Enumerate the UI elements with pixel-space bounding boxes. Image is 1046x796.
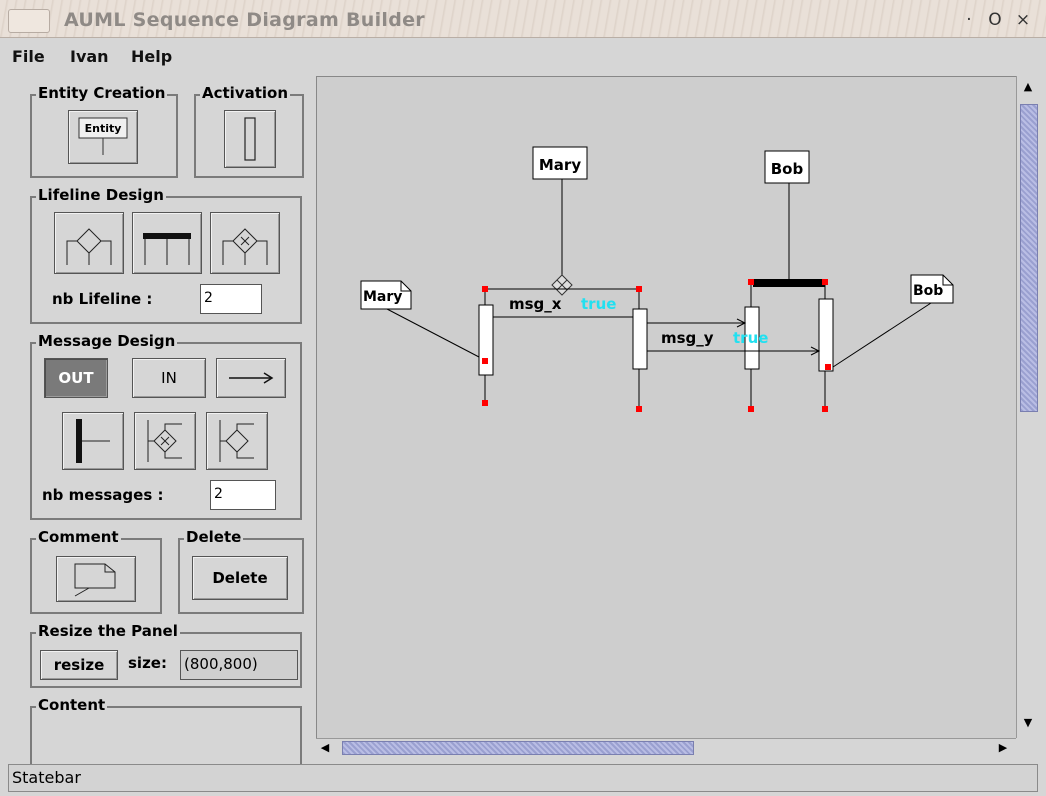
activation-bar[interactable] (632, 308, 648, 370)
activation-bar-icon (244, 117, 256, 161)
resize-panel-group: Resize the Panel resize size: (800,800) (30, 622, 302, 688)
resize-panel-title: Resize the Panel (36, 622, 180, 640)
lifeline-xor-diamond-icon (222, 228, 268, 265)
lifeline-bar-icon (143, 233, 191, 265)
message-bar-icon (76, 419, 110, 463)
scroll-up-icon[interactable]: ▲ (1019, 78, 1037, 96)
handle[interactable] (636, 406, 642, 412)
lifeline-design-title: Lifeline Design (36, 186, 166, 204)
simple-message-button[interactable] (216, 358, 286, 398)
comment-button[interactable] (56, 556, 136, 602)
lifeline-or-button[interactable] (54, 212, 124, 274)
content-title: Content (36, 696, 108, 714)
close-icon[interactable]: × (1012, 9, 1034, 31)
handle[interactable] (482, 286, 488, 292)
lifeline-and-bar[interactable] (753, 279, 825, 287)
resize-button[interactable]: resize (40, 650, 118, 680)
horizontal-scrollbar[interactable]: ◀ ▶ (316, 738, 1016, 756)
arrow-right-icon (229, 372, 274, 384)
menu-file[interactable]: File (12, 47, 45, 66)
handle[interactable] (825, 364, 831, 370)
handle[interactable] (748, 279, 754, 285)
horizontal-scroll-thumb[interactable] (342, 741, 694, 755)
lifeline-diamond-icon (66, 228, 112, 265)
entity-bob-label: Bob (771, 160, 804, 178)
handle[interactable] (748, 406, 754, 412)
out-button[interactable]: OUT (44, 358, 108, 398)
entity-mary[interactable]: Mary (532, 146, 588, 180)
activation-bar[interactable] (478, 304, 494, 376)
message-msg-x-label: msg_x (509, 295, 562, 313)
lifeline-design-group: Lifeline Design nb Lifeline : 2 (30, 186, 302, 324)
handle[interactable] (636, 286, 642, 292)
message-msg-y[interactable]: msg_y true (647, 318, 821, 356)
message-or-button[interactable] (206, 412, 268, 470)
nb-messages-input[interactable]: 2 (210, 480, 276, 510)
entity-bob[interactable]: Bob (764, 150, 810, 184)
lifeline-xor-diamond[interactable] (551, 274, 573, 296)
window-menu-button[interactable] (8, 9, 50, 33)
message-xor-diamond-icon (147, 420, 182, 462)
actor-mary-label: Mary (363, 289, 402, 305)
message-msg-y-guard: true (733, 329, 768, 347)
window-title: AUML Sequence Diagram Builder (64, 9, 425, 31)
sequence-diagram: Mary Bob msg_x true msg_y true Mary Bob (360, 146, 954, 412)
message-xor-button[interactable] (134, 412, 196, 470)
menu-ivan[interactable]: Ivan (70, 47, 109, 66)
scroll-left-icon[interactable]: ◀ (316, 739, 334, 757)
vertical-scroll-thumb[interactable] (1020, 104, 1038, 412)
activation-button[interactable] (224, 110, 276, 168)
scroll-corner (1016, 738, 1040, 756)
message-or-diamond-icon (219, 420, 254, 462)
handle[interactable] (822, 279, 828, 285)
message-and-button[interactable] (62, 412, 124, 470)
delete-group: Delete Delete (178, 528, 304, 614)
status-bar: Statebar (8, 764, 1038, 792)
nb-messages-label: nb messages : (42, 486, 164, 504)
entity-icon-text: Entity (85, 122, 122, 135)
actor-bob-label: Bob (913, 283, 943, 299)
menu-bar: File Ivan Help (0, 38, 1046, 76)
comment-group: Comment (30, 528, 162, 614)
activation-title: Activation (200, 84, 291, 102)
nb-lifeline-input[interactable]: 2 (200, 284, 262, 314)
size-value-field: (800,800) (180, 650, 298, 680)
minimize-icon[interactable]: · (958, 9, 980, 31)
entity-creation-title: Entity Creation (36, 84, 168, 102)
lifeline-and-button[interactable] (132, 212, 202, 274)
comment-note-icon (74, 563, 116, 597)
entity-creation-button[interactable]: Entity (68, 110, 138, 164)
lifeline-xor-button[interactable] (210, 212, 280, 274)
message-msg-x[interactable]: msg_x true (493, 295, 633, 318)
delete-button[interactable]: Delete (192, 556, 288, 600)
handle[interactable] (482, 358, 488, 364)
entity-creation-group: Entity Creation Entity (30, 84, 178, 178)
handle[interactable] (482, 400, 488, 406)
handle[interactable] (822, 406, 828, 412)
delete-title: Delete (184, 528, 244, 546)
message-design-title: Message Design (36, 332, 178, 350)
message-msg-x-guard: true (581, 295, 616, 313)
diagram-canvas[interactable]: Mary Bob msg_x true msg_y true Mary Bob (316, 76, 1016, 738)
message-design-group: Message Design OUT IN nb messages: 2 (30, 332, 302, 520)
scroll-down-icon[interactable]: ▼ (1019, 714, 1037, 732)
activation-bar[interactable] (818, 298, 834, 372)
vertical-scrollbar[interactable]: ▲ ▼ (1016, 76, 1040, 738)
entity-icon: Entity (78, 117, 128, 155)
message-msg-y-label: msg_y (661, 329, 714, 347)
size-label: size: (128, 654, 167, 672)
nb-lifeline-label: nb Lifeline : (52, 290, 153, 308)
entity-mary-label: Mary (539, 156, 581, 174)
maximize-icon[interactable]: O (984, 9, 1006, 31)
activation-group: Activation (194, 84, 304, 178)
content-group: Content (30, 696, 302, 766)
actor-bob[interactable]: Bob (910, 274, 954, 304)
title-bar: AUML Sequence Diagram Builder · O × (0, 0, 1046, 38)
scroll-right-icon[interactable]: ▶ (994, 739, 1012, 757)
in-button[interactable]: IN (132, 358, 206, 398)
menu-help[interactable]: Help (131, 47, 172, 66)
actor-mary[interactable]: Mary (360, 280, 412, 310)
comment-title: Comment (36, 528, 121, 546)
